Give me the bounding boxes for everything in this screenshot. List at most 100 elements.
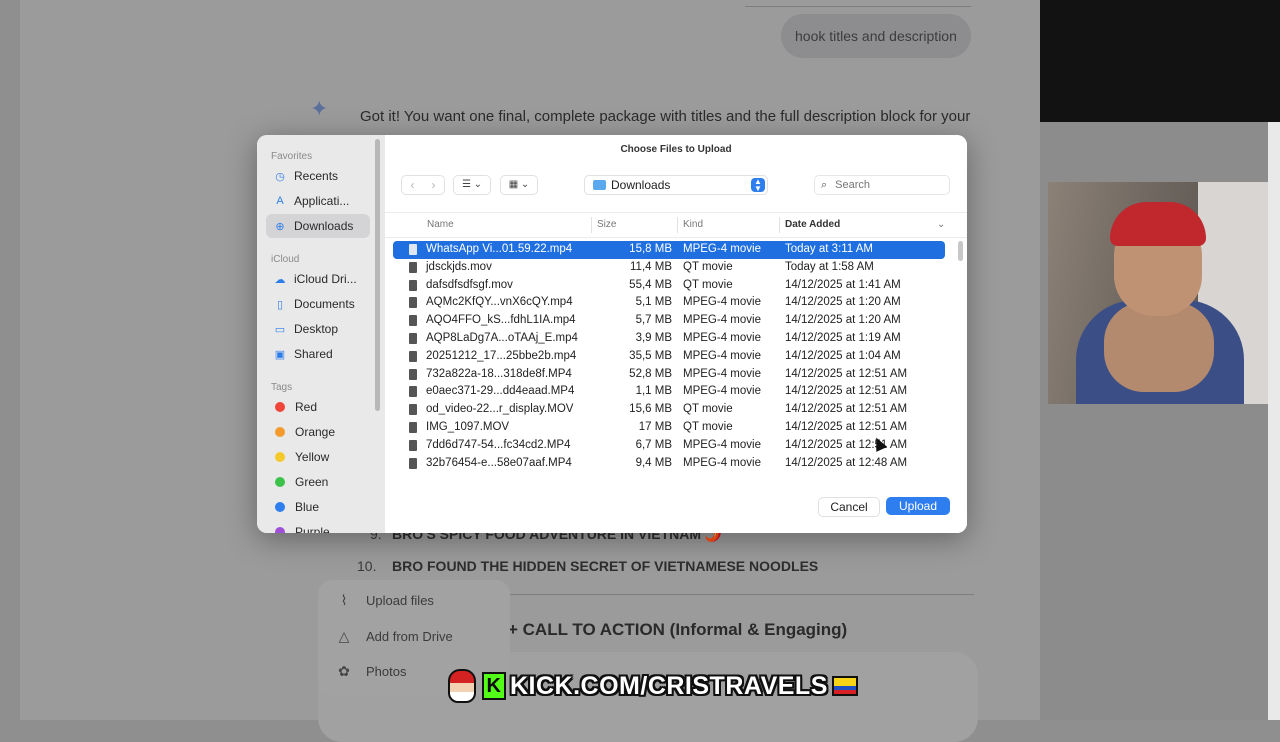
- list-view-button[interactable]: ☰ ⌄: [453, 175, 491, 195]
- date-added-column-header[interactable]: Date Added: [785, 213, 840, 237]
- background-edge: [1268, 122, 1280, 720]
- upload-files-item[interactable]: ⌇ Upload files: [336, 589, 434, 611]
- file-row[interactable]: e0aec371-29...dd4eaad.MP4 1,1 MB MPEG-4 mo…: [393, 383, 945, 401]
- video-file-icon: [409, 404, 417, 416]
- favorites-heading: Favorites: [271, 151, 313, 162]
- sidebar-tag-blue[interactable]: Blue: [266, 495, 370, 519]
- sidebar-item-icloud-drive[interactable]: ☁ iCloud Dri...: [266, 267, 370, 291]
- sidebar-item-label: Purple: [295, 525, 330, 533]
- tags-heading: Tags: [271, 382, 293, 393]
- video-file-icon: [409, 261, 417, 273]
- tag-dot-icon: [275, 502, 285, 512]
- video-file-icon: [409, 386, 417, 398]
- file-row[interactable]: 7dd6d747-54...fc34cd2.MP4 6,7 MB MPEG-4 mo…: [393, 437, 945, 455]
- forward-button[interactable]: ›: [423, 176, 444, 194]
- back-button[interactable]: ‹: [402, 176, 423, 194]
- section-heading: + CALL TO ACTION (Informal & Engaging): [508, 620, 848, 639]
- file-size: 52,8 MB: [629, 367, 672, 380]
- sidebar-item-label: Documents: [294, 297, 355, 311]
- file-row[interactable]: AQMc2KfQY...vnX6cQY.mp4 5,1 MB MPEG-4 movi…: [393, 294, 945, 312]
- menu-item-label: Upload files: [366, 592, 434, 608]
- file-kind: MPEG-4 movie: [683, 438, 761, 451]
- file-row[interactable]: 20251212_17...25bbe2b.mp4 35,5 MB MPEG-4 m…: [393, 348, 945, 366]
- search-field[interactable]: ⌕: [814, 175, 950, 195]
- file-kind: MPEG-4 movie: [683, 456, 761, 469]
- location-label: Downloads: [611, 178, 671, 192]
- file-name: AQO4FFO_kS...fdhL1IA.mp4: [426, 314, 576, 327]
- file-date-added: 14/12/2025 at 12:51 AM: [785, 420, 908, 433]
- downloads-icon: ⊕: [275, 220, 285, 233]
- file-kind: QT movie: [683, 260, 733, 273]
- file-name: 32b76454-e...58e07aaf.MP4: [426, 456, 572, 469]
- folder-icon: [593, 180, 606, 190]
- file-name: AQMc2KfQY...vnX6cQY.mp4: [426, 296, 573, 309]
- file-date-added: Today at 3:11 AM: [785, 243, 874, 255]
- search-input[interactable]: [833, 178, 938, 192]
- sidebar-item-label: Yellow: [295, 450, 330, 464]
- file-size: 5,7 MB: [635, 314, 672, 327]
- sidebar-tag-orange[interactable]: Orange: [266, 420, 370, 444]
- file-row[interactable]: WhatsApp Vi...01.59.22.mp4 15,8 MB MPEG-4 …: [393, 241, 945, 259]
- file-row[interactable]: dafsdfsdfsgf.mov 55,4 MB QT movie 14/12/202…: [393, 277, 945, 295]
- sidebar-item-label: Orange: [295, 425, 336, 439]
- sidebar-tag-green[interactable]: Green: [266, 470, 370, 494]
- cancel-button[interactable]: Cancel: [818, 497, 880, 517]
- file-chooser-dialog: Favorites ◷ Recents A Applicati... ⊕ Dow…: [257, 135, 967, 533]
- video-file-icon: [409, 244, 417, 255]
- sidebar-item-label: Shared: [294, 347, 333, 361]
- file-name: AQP8LaDg7A...oTAAj_E.mp4: [426, 331, 578, 344]
- file-size: 15,6 MB: [629, 403, 672, 416]
- sidebar-item-desktop[interactable]: ▭ Desktop: [266, 317, 370, 341]
- file-name: 7dd6d747-54...fc34cd2.MP4: [426, 438, 571, 451]
- file-row[interactable]: AQO4FFO_kS...fdhL1IA.mp4 5,7 MB MPEG-4 mov…: [393, 312, 945, 330]
- add-from-drive-item[interactable]: △ Add from Drive: [336, 625, 453, 647]
- sidebar-scrollbar[interactable]: [375, 139, 380, 411]
- kind-column-header[interactable]: Kind: [683, 213, 703, 237]
- file-size: 55,4 MB: [629, 278, 672, 291]
- menu-item-label: Add from Drive: [366, 628, 453, 644]
- file-name: e0aec371-29...dd4eaad.MP4: [426, 385, 575, 398]
- sidebar-tag-yellow[interactable]: Yellow: [266, 445, 370, 469]
- file-row[interactable]: od_video-22...r_display.MOV 15,6 MB QT mov…: [393, 401, 945, 419]
- file-kind: MPEG-4 movie: [683, 349, 761, 362]
- file-list-scrollbar[interactable]: [958, 241, 963, 261]
- file-row[interactable]: 32b76454-e...58e07aaf.MP4 9,4 MB MPEG-4 mo…: [393, 455, 945, 473]
- sidebar-item-documents[interactable]: ▯ Documents: [266, 292, 370, 316]
- grid-view-button[interactable]: ▦ ⌄: [500, 175, 538, 195]
- file-row[interactable]: jdsckjds.mov 11,4 MB QT movie Today at 1:58…: [393, 259, 945, 277]
- file-name: IMG_1097.MOV: [426, 420, 510, 433]
- location-popup[interactable]: Downloads ▲ ▼: [584, 175, 768, 195]
- dialog-main: Choose Files to Upload ‹ › ☰ ⌄ ▦ ⌄ Downl…: [385, 135, 967, 533]
- file-row[interactable]: IMG_1097.MOV 17 MB QT movie 14/12/2025 at 1…: [393, 419, 945, 437]
- sidebar-item-downloads[interactable]: ⊕ Downloads: [266, 214, 370, 238]
- file-row[interactable]: AQP8LaDg7A...oTAAj_E.mp4 3,9 MB MPEG-4 mov…: [393, 330, 945, 348]
- sidebar-item-applications[interactable]: A Applicati...: [266, 189, 370, 213]
- document-icon: ▯: [276, 298, 284, 311]
- upload-button[interactable]: Upload: [886, 497, 950, 515]
- file-date-added: 14/12/2025 at 1:20 AM: [785, 296, 901, 309]
- file-kind: MPEG-4 movie: [683, 314, 761, 327]
- file-row[interactable]: 732a822a-18...318de8f.MP4 52,8 MB MPEG-4 m…: [393, 366, 945, 384]
- file-size: 6,7 MB: [635, 438, 672, 451]
- santa-avatar-icon: [448, 669, 476, 703]
- photos-icon: ✿: [338, 662, 350, 679]
- file-size: 3,9 MB: [635, 331, 672, 344]
- sidebar-item-recents[interactable]: ◷ Recents: [266, 164, 370, 188]
- sidebar-tag-purple[interactable]: Purple: [266, 520, 370, 533]
- file-date-added: 14/12/2025 at 12:51 AM: [785, 438, 908, 451]
- name-column-header[interactable]: Name: [427, 213, 454, 237]
- file-name: 732a822a-18...318de8f.MP4: [426, 367, 572, 380]
- search-icon: ⌕: [821, 178, 828, 191]
- photos-item[interactable]: ✿ Photos: [336, 660, 406, 682]
- applications-icon: A: [276, 195, 284, 207]
- file-list: WhatsApp Vi...01.59.22.mp4 15,8 MB MPEG-4 …: [393, 241, 945, 483]
- video-file-icon: [409, 421, 417, 433]
- file-kind: QT movie: [683, 278, 733, 291]
- file-name: WhatsApp Vi...01.59.22.mp4: [426, 243, 573, 255]
- divider: [745, 6, 971, 7]
- chevron-updown-icon: ▲ ▼: [751, 178, 765, 193]
- sidebar-item-shared[interactable]: ▣ Shared: [266, 342, 370, 366]
- assistant-reply-text: Got it! You want one final, complete pac…: [360, 108, 971, 125]
- size-column-header[interactable]: Size: [597, 213, 616, 237]
- sidebar-tag-red[interactable]: Red: [266, 395, 370, 419]
